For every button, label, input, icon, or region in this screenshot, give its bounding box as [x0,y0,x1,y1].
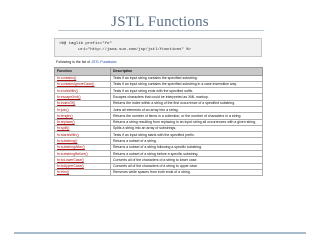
column-header-description: Description [110,67,263,76]
jstl-functions-link[interactable]: JSTL Functions [91,60,116,64]
column-header-function: Function [54,67,111,76]
code-line: uri="http://java.sun.com/jsp/jstl/functi… [59,48,192,52]
table-header-row: Function Description [54,67,263,76]
intro-text: Following is the list of JSTL Functions: [56,60,262,64]
slide: JSTL Functions <%@ taglib prefix="fn" ur… [0,0,320,240]
intro-prefix: Following is the list of [56,60,92,64]
intro-suffix: : [116,60,117,64]
slide-title: JSTL Functions [111,14,209,30]
code-snippet: <%@ taglib prefix="fn" uri="http://java.… [54,38,262,57]
function-description: Removes white spaces from both ends of a… [110,168,263,177]
function-link[interactable]: fn:trim() [54,168,111,177]
footer-divider [14,232,306,234]
table-row: fn:trim() Removes white spaces from both … [54,168,263,177]
title-divider [58,30,264,31]
functions-table: Function Description fn:contains() Tests … [54,67,263,177]
